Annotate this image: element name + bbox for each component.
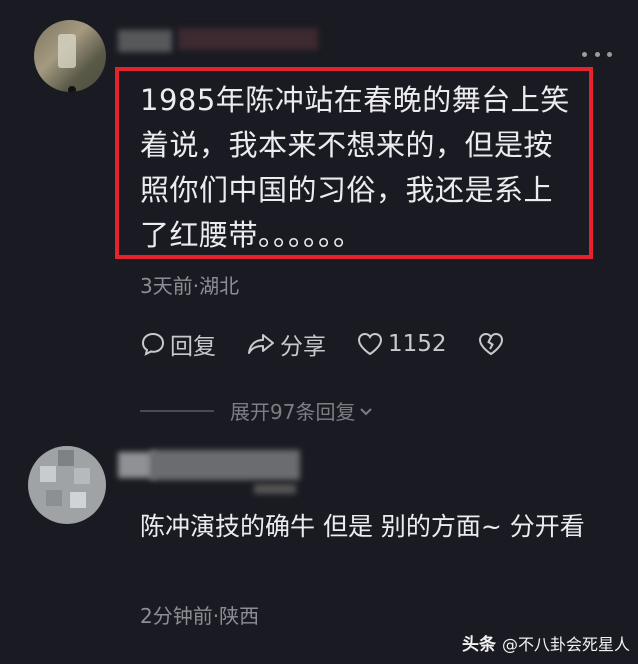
watermark-brand: 头条	[462, 635, 496, 655]
username-blurred	[150, 450, 300, 480]
divider-line	[140, 409, 214, 412]
comment-meta: 3天前·湖北	[140, 274, 240, 298]
reply-button[interactable]: 回复	[140, 327, 216, 361]
expand-replies-label: 展开97条回复	[230, 400, 356, 424]
username-blurred	[178, 28, 318, 50]
comment-text: 陈冲演技的确牛 但是 别的方面~ 分开看	[140, 512, 585, 541]
username-blurred	[254, 484, 296, 494]
avatar[interactable]	[28, 446, 106, 524]
watermark-handle: @不八卦会死星人	[502, 634, 631, 654]
more-options-icon[interactable]	[582, 48, 612, 60]
heart-icon	[357, 332, 383, 356]
dislike-button[interactable]	[477, 331, 509, 357]
comment-text: 1985年陈冲站在春晚的舞台上笑着说，我本来不想来的，但是按照你们中国的习俗，我…	[140, 83, 570, 252]
share-button[interactable]: 分享	[246, 327, 326, 361]
comment-meta: 2分钟前·陕西	[140, 604, 260, 628]
chevron-down-icon	[360, 407, 373, 415]
broken-heart-icon	[478, 332, 503, 356]
like-count: 1152	[388, 331, 447, 357]
like-button[interactable]: 1152	[356, 331, 447, 357]
reply-icon	[141, 332, 165, 356]
avatar[interactable]	[34, 20, 106, 92]
expand-replies-button[interactable]: 展开97条回复	[140, 396, 375, 425]
reply-label: 回复	[170, 334, 216, 360]
share-icon	[248, 334, 274, 354]
comment-actions: 回复 分享 1152	[140, 326, 539, 362]
watermark: 头条 @不八卦会死星人	[462, 630, 631, 656]
share-label: 分享	[280, 334, 326, 360]
username-blurred	[118, 30, 172, 52]
